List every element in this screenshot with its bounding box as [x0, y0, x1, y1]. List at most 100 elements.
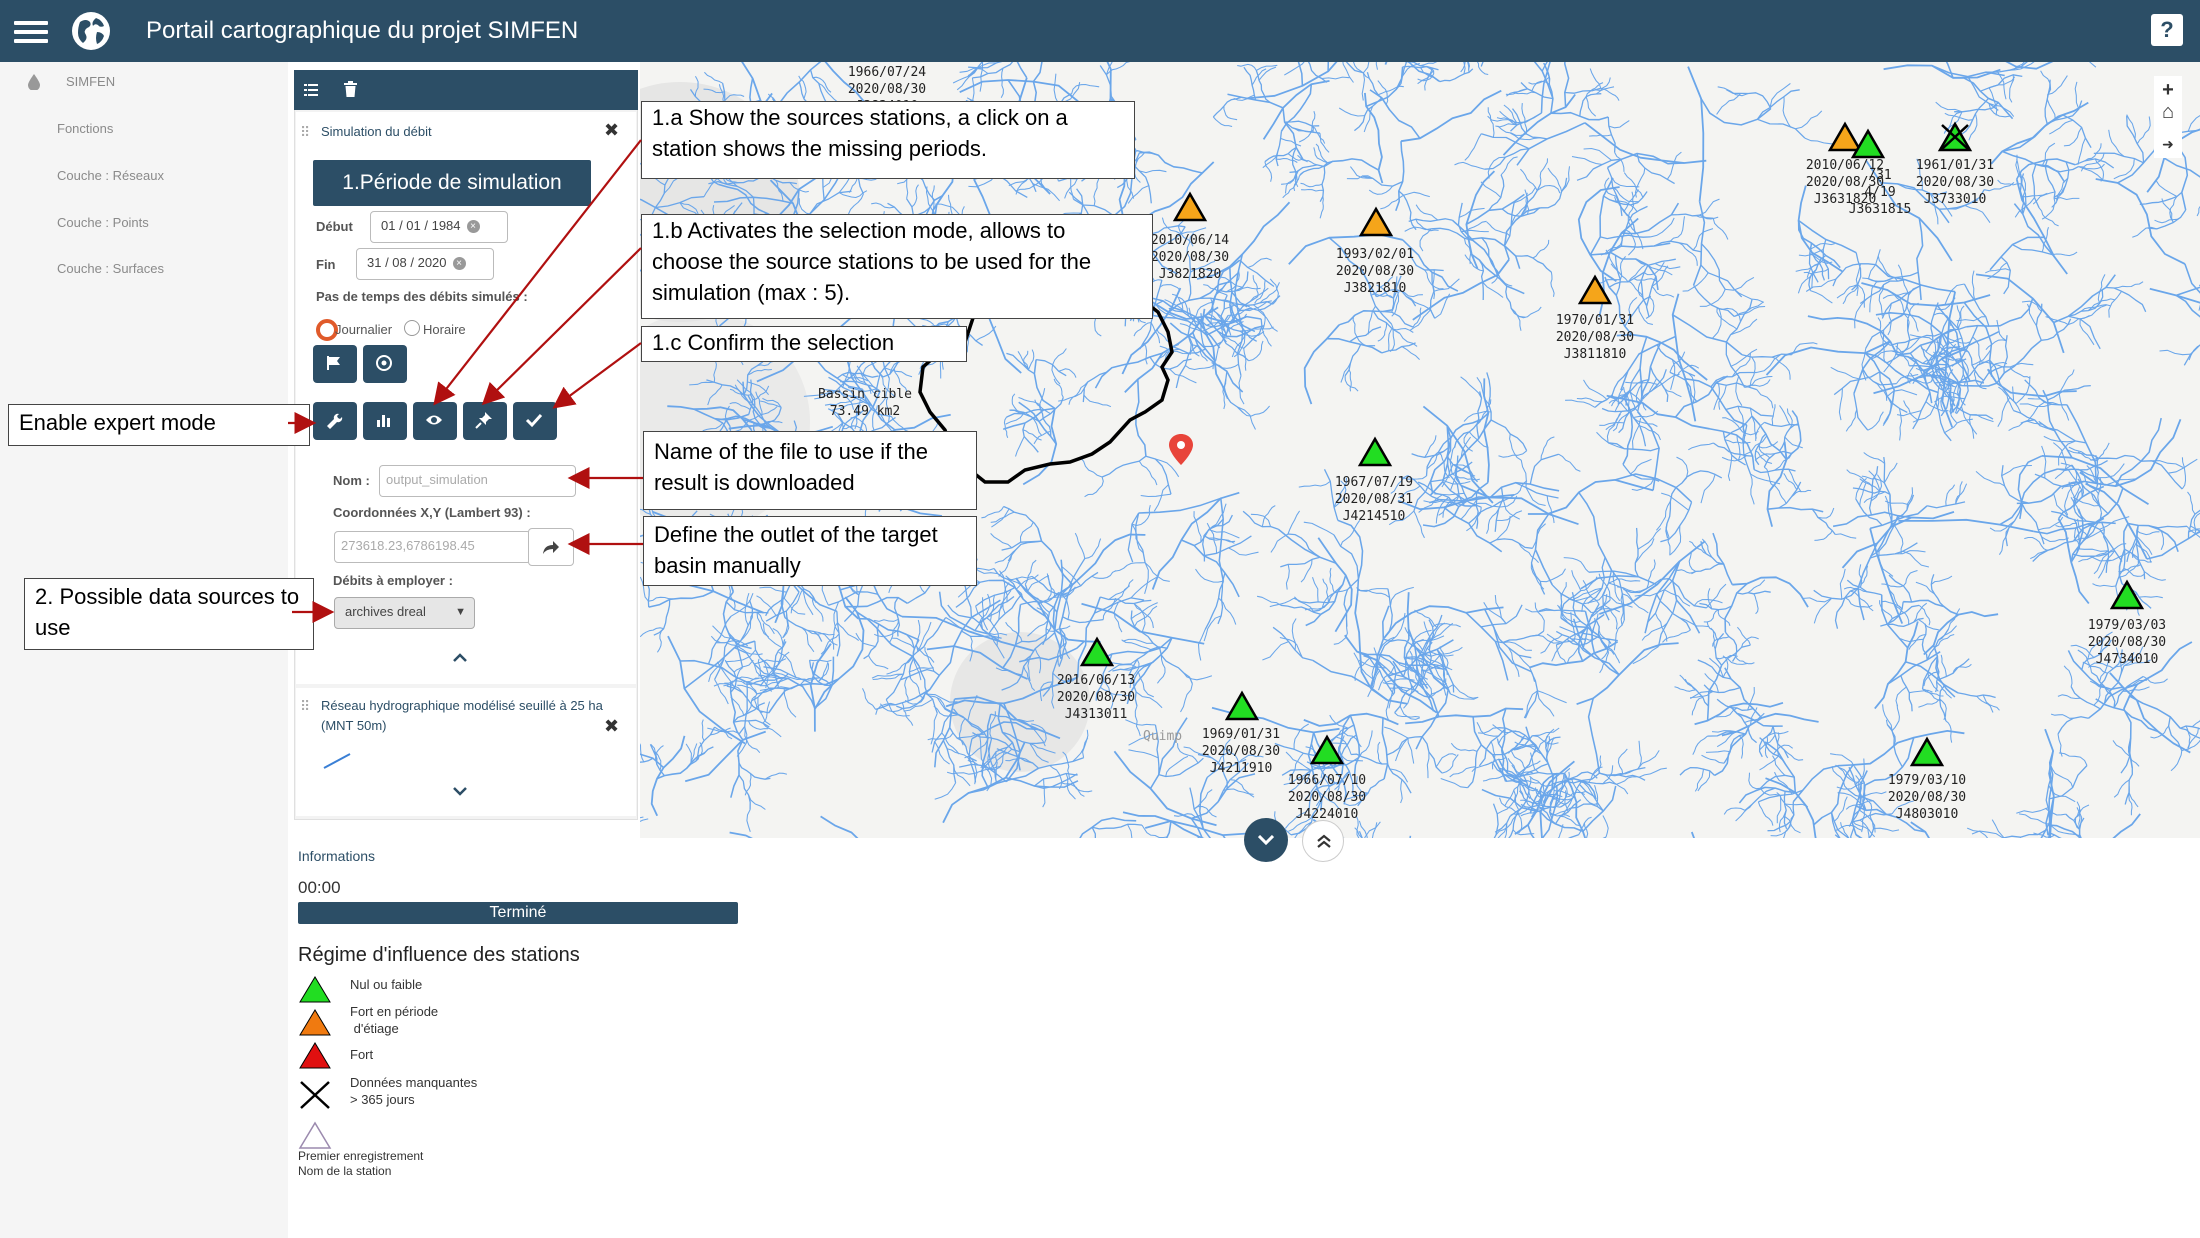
- station-label-12[interactable]: 1979/03/10 2020/08/30 J4803010: [1882, 772, 1972, 823]
- annotation-data-sources: 2. Possible data sources to use: [24, 578, 314, 650]
- radio-horaire[interactable]: [404, 320, 420, 336]
- annotation-selection-mode: 1.b Activates the selection mode, allows…: [641, 214, 1153, 319]
- hamburger-menu-icon[interactable]: [14, 16, 48, 46]
- trash-icon[interactable]: [344, 81, 357, 97]
- debut-label: Début: [316, 219, 353, 234]
- annotation-show-stations: 1.a Show the sources stations, a click o…: [641, 101, 1135, 179]
- confirm-selection-button[interactable]: [513, 402, 557, 440]
- bar-chart-icon: [377, 415, 390, 427]
- clear-debut-icon[interactable]: ×: [466, 220, 480, 234]
- debut-date-input[interactable]: 01 / 01 / 1984 ×: [370, 211, 508, 243]
- chart-button[interactable]: [363, 402, 407, 440]
- debits-selected-value: archives dreal: [345, 604, 426, 619]
- sidebar-item-reseaux[interactable]: Couche : Réseaux: [57, 168, 164, 183]
- station-label-3[interactable]: 1970/01/31 2020/08/30 J3811810: [1550, 312, 1640, 363]
- outlet-marker-center: [1177, 441, 1185, 449]
- expand-map-button[interactable]: [1302, 820, 1344, 862]
- nom-label: Nom :: [333, 473, 370, 488]
- select-stations-button[interactable]: [463, 402, 507, 440]
- legend-station-name: Nom de la station: [298, 1164, 392, 1178]
- legend-item-3: Données manquantes > 365 jours: [350, 1075, 478, 1107]
- clear-fin-icon[interactable]: ×: [452, 257, 466, 271]
- station-marker-12: [1909, 736, 1945, 767]
- coord-input[interactable]: 273618.23,6786198.45: [334, 531, 531, 563]
- close-simulation-icon[interactable]: ✖: [604, 120, 619, 141]
- legend-first-record: Premier enregistrement: [298, 1149, 424, 1163]
- double-chevron-up-icon: [1317, 834, 1331, 848]
- periode-simulation-button[interactable]: 1.Période de simulation: [313, 160, 591, 206]
- station-marker-2: [1358, 206, 1394, 237]
- check-icon: [525, 413, 543, 428]
- sidebar-item-points[interactable]: Couche : Points: [57, 215, 149, 230]
- close-layer-icon[interactable]: ✖: [604, 716, 619, 737]
- station-label-1[interactable]: 2010/06/14 2020/08/30 J3821820: [1145, 232, 1235, 283]
- station-label-11[interactable]: 1979/03/03 2020/08/30 J4734010: [2082, 617, 2172, 668]
- drag-handle-icon[interactable]: ⠿: [300, 124, 310, 141]
- sidebar-item-simfen[interactable]: SIMFEN: [66, 74, 115, 89]
- nom-input[interactable]: output_simulation: [379, 465, 576, 497]
- radio-horaire-label: Horaire: [423, 322, 466, 337]
- sidebar-item-fonctions[interactable]: Fonctions: [57, 121, 113, 136]
- define-outlet-button[interactable]: [528, 528, 574, 566]
- place-label-partial: Quimper: [1143, 729, 1183, 744]
- station-marker-4: [1357, 436, 1393, 467]
- panel-header: [294, 70, 638, 110]
- help-button[interactable]: ?: [2151, 14, 2183, 46]
- station-label-7[interactable]: 1961/01/31 2020/08/30 J3733010: [1910, 157, 2000, 208]
- legend-orange-triangle-icon: [299, 1009, 331, 1036]
- drag-handle-layer-icon[interactable]: ⠿: [300, 698, 310, 715]
- info-section: [288, 838, 2200, 1238]
- info-time: 00:00: [298, 878, 341, 897]
- fin-date-input[interactable]: 31 / 08 / 2020 ×: [356, 248, 494, 280]
- collapse-up-icon[interactable]: [453, 652, 467, 662]
- simulation-card-title: Simulation du débit: [321, 124, 432, 139]
- legend-item-1: Fort en période d'étiage: [350, 1004, 439, 1036]
- chevron-down-icon: [1258, 835, 1274, 845]
- chevron-down-icon: ▼: [455, 606, 466, 618]
- target-icon: [376, 355, 392, 371]
- expert-mode-button[interactable]: [313, 402, 357, 440]
- list-icon[interactable]: [304, 83, 318, 97]
- info-title: Informations: [298, 848, 376, 864]
- legend-red-triangle-icon: [299, 1042, 331, 1069]
- collapse-map-button[interactable]: [1244, 818, 1288, 862]
- station-label-8[interactable]: 2016/06/13 2020/08/30 J4313011: [1051, 672, 1141, 723]
- sidebar-item-surfaces[interactable]: Couche : Surfaces: [57, 261, 164, 276]
- wrench-icon: [327, 413, 343, 429]
- legend-item-0: Nul ou faible: [350, 977, 423, 992]
- fin-value: 31 / 08 / 2020: [367, 255, 447, 270]
- station-label-4[interactable]: 1967/07/19 2020/08/31 J4214510: [1329, 474, 1419, 525]
- legend-symbols: [299, 976, 331, 1109]
- status-progress-bar: Terminé: [298, 902, 738, 924]
- annotation-outlet: Define the outlet of the target basin ma…: [643, 516, 977, 586]
- coord-label: Coordonnées X,Y (Lambert 93) :: [333, 505, 531, 520]
- pas-de-temps-label: Pas de temps des débits simulés :: [316, 289, 528, 304]
- sidebar: SIMFEN Fonctions Couche : Réseaux Couche…: [0, 62, 288, 1238]
- station-label-9[interactable]: 1969/01/31 2020/08/30 J4211910: [1196, 726, 1286, 777]
- line-style-icon: [323, 753, 351, 769]
- legend-green-triangle-icon: [299, 976, 331, 1003]
- station-marker-9: [1224, 690, 1260, 721]
- legend-title: Régime d'influence des stations: [298, 944, 580, 966]
- basin-label: Bassin cible 73.49 km2: [818, 387, 912, 419]
- flag-button[interactable]: [313, 345, 357, 383]
- annotation-confirm-selection: 1.c Confirm the selection: [641, 326, 967, 362]
- debits-select[interactable]: archives dreal ▼: [334, 597, 475, 629]
- app-title: Portail cartographique du projet SIMFEN: [146, 17, 579, 44]
- show-stations-button[interactable]: [413, 402, 457, 440]
- globe-logo-icon: [72, 12, 110, 50]
- legend-cross-icon: [300, 1081, 330, 1109]
- legend-empty-triangle-icon: [298, 1121, 332, 1149]
- target-button[interactable]: [363, 345, 407, 383]
- share-arrow-icon: [543, 541, 559, 554]
- flag-icon: [327, 356, 340, 370]
- radio-journalier-label: Journalier: [335, 322, 393, 337]
- annotation-expert-mode: Enable expert mode: [8, 404, 310, 446]
- station-label-2[interactable]: 1993/02/01 2020/08/30 J3821810: [1330, 246, 1420, 297]
- debits-label: Débits à employer :: [333, 573, 453, 588]
- share-map-icon[interactable]: ➜: [2154, 130, 2182, 158]
- station-marker-1: [1172, 191, 1208, 222]
- expand-down-icon[interactable]: [453, 787, 467, 797]
- station-label-10[interactable]: 1966/07/10 2020/08/30 J4224010: [1282, 772, 1372, 823]
- annotation-file-name: Name of the file to use if the result is…: [643, 431, 977, 510]
